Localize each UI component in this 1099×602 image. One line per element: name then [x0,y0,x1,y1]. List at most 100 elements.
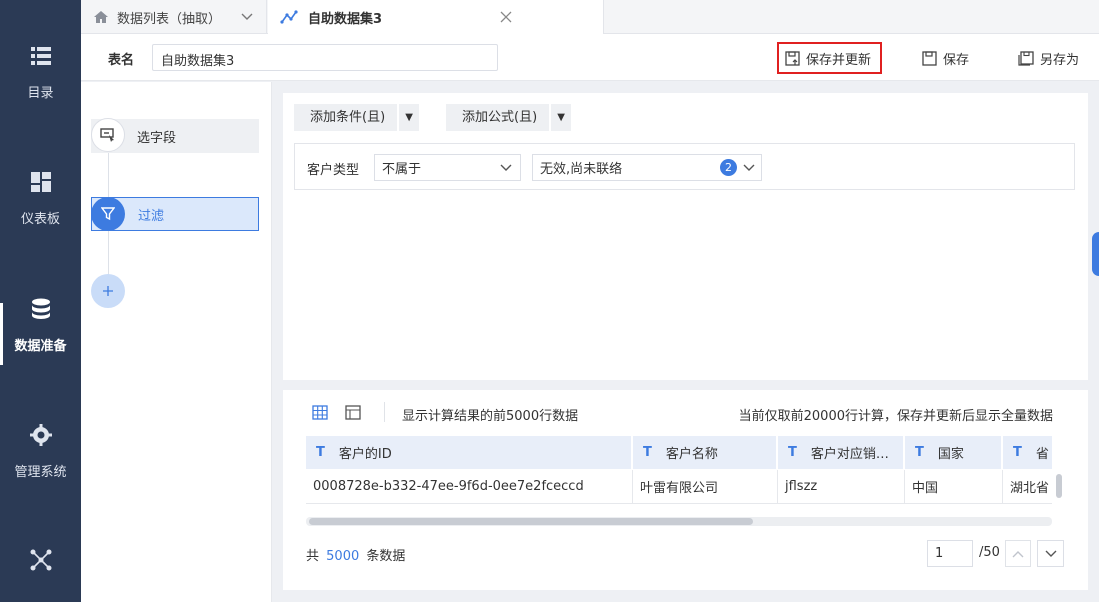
dataset-icon [280,10,298,24]
button-label: 保存并更新 [806,52,872,68]
condition-row: 客户类型 不属于 无效,尚未联络 2 [294,143,1075,190]
field-select-icon [91,118,125,152]
column-header[interactable]: T 客户的ID [306,436,632,469]
add-formula-button[interactable]: 添加公式(且) [446,104,552,131]
button-label: 保存 [943,52,970,68]
save-icon [922,50,937,66]
table-name-label: 表名 [108,53,135,68]
column-label: 客户的ID [338,447,392,462]
column-header[interactable]: T 客户对应销… [778,436,904,469]
tab-label: 数据列表（抽取） [117,11,222,27]
text-type-icon: T [788,445,797,460]
sidebar-item-data-prep[interactable]: 数据准备 [0,297,81,354]
column-label: 客户对应销… [810,447,889,462]
total-prefix: 共 [306,549,320,564]
sidebar-item-network[interactable] [0,548,81,586]
close-icon[interactable] [500,11,512,23]
caret-down-icon[interactable]: ▼ [551,112,571,123]
header-bar: 表名 自助数据集3 保存并更新 保存 另存为 [81,34,1099,81]
add-condition-button[interactable]: 添加条件(且) [294,104,400,131]
column-header[interactable]: T 国家 [905,436,1002,469]
selected-count-badge: 2 [720,159,737,176]
step-filter[interactable]: 过滤 [91,197,259,231]
save-as-button[interactable]: 另存为 [1018,42,1079,74]
filter-icon [91,197,125,231]
sidebar-item-dashboard[interactable]: 仪表板 [0,170,81,227]
step-select-fields[interactable]: 选字段 [91,118,259,153]
caret-down-icon[interactable]: ▼ [399,112,419,123]
column-header[interactable]: T省 [1003,436,1052,469]
table-cell: 0008728e-b332-47ee-9f6d-0ee7e2fceccd [306,470,633,503]
total-number: 5000 [326,549,360,564]
sidebar-item-label: 数据准备 [14,339,67,354]
row-divider [306,503,1052,504]
select-value: 不属于 [382,162,422,177]
chevron-up-icon [1012,550,1024,557]
next-page-button[interactable] [1037,540,1064,567]
step-label: 选字段 [137,130,177,146]
condition-field-label: 客户类型 [307,163,360,178]
save-and-update-button[interactable]: 保存并更新 [777,42,882,74]
tab-label: 自助数据集3 [308,11,383,27]
page-total: /50 [979,545,1000,560]
operator-select[interactable]: 不属于 [374,154,521,181]
sidebar-item-label: 仪表板 [20,212,60,227]
gear-icon [29,424,52,446]
sidebar-item-label: 管理系统 [14,465,67,480]
add-condition-dropdown[interactable]: 添加条件(且) ▼ [294,104,420,131]
table-cell: jflszz [778,470,905,503]
column-label: 客户名称 [665,447,718,462]
column-label: 省 [1035,447,1049,462]
preview-info: 显示计算结果的前5000行数据 [402,409,579,424]
chevron-down-icon [1045,550,1056,557]
tab-data-list[interactable]: 数据列表（抽取） [81,0,267,34]
home-icon [94,11,108,23]
page-number-input[interactable]: 1 [927,540,973,567]
text-type-icon: T [915,445,924,460]
value-select[interactable]: 无效,尚未联络 2 [532,154,762,181]
button-label: 另存为 [1040,52,1080,68]
add-step-button[interactable] [91,274,125,308]
database-icon [31,298,50,319]
text-type-icon: T [643,445,652,460]
list-icon [30,47,51,65]
add-formula-dropdown[interactable]: 添加公式(且) ▼ [446,104,572,131]
chevron-down-icon [500,164,512,171]
column-header[interactable]: T 客户名称 [633,436,777,469]
save-update-icon [785,50,800,66]
network-icon [30,549,51,571]
sidebar-item-admin[interactable]: 管理系统 [0,423,81,480]
total-count: 共 5000 条数据 [306,545,405,564]
save-button[interactable]: 保存 [922,42,969,74]
data-table: T 客户的ID T 客户名称 T 客户对应销… T 国家 T省 0008728e-b33… [306,436,1052,516]
sidebar-item-label: 目录 [27,86,54,101]
tab-bar: 数据列表（抽取） 自助数据集3 [81,0,1099,34]
grid-view-icon[interactable] [312,405,328,420]
sidebar: 目录 仪表板 数据准备 管理系统 [0,0,81,602]
tab-dataset[interactable]: 自助数据集3 [268,0,604,34]
dashboard-icon [30,172,51,192]
step-pane: 选字段 过滤 [81,82,272,602]
data-preview: 显示计算结果的前5000行数据 当前仅取前20000行计算，保存并更新后显示全量… [283,390,1088,590]
vertical-scrollbar[interactable] [1056,474,1062,498]
text-type-icon: T [1013,445,1022,460]
select-value: 无效,尚未联络 [540,162,623,177]
table-cell: 湖北省 [1010,481,1050,496]
preview-notice: 当前仅取前20000行计算，保存并更新后显示全量数据 [738,409,1053,424]
chevron-down-icon [743,164,755,171]
previous-page-button[interactable] [1005,540,1031,567]
total-suffix: 条数据 [366,549,406,564]
plus-icon [103,286,113,296]
chevron-down-icon[interactable] [241,13,253,21]
column-label: 国家 [937,447,964,462]
sidebar-item-catalog[interactable]: 目录 [0,44,81,101]
text-type-icon: T [316,445,325,460]
side-panel-handle[interactable] [1092,232,1099,276]
horizontal-scrollbar-thumb[interactable] [309,518,753,525]
table-name-input[interactable]: 自助数据集3 [152,44,498,71]
filter-editor: 添加条件(且) ▼ 添加公式(且) ▼ 客户类型 不属于 无效,尚未联络 2 [283,93,1088,380]
save-as-icon [1018,50,1034,66]
divider [384,402,385,422]
panel-view-icon[interactable] [345,405,361,420]
table-cell: 叶雷有限公司 [633,470,778,503]
